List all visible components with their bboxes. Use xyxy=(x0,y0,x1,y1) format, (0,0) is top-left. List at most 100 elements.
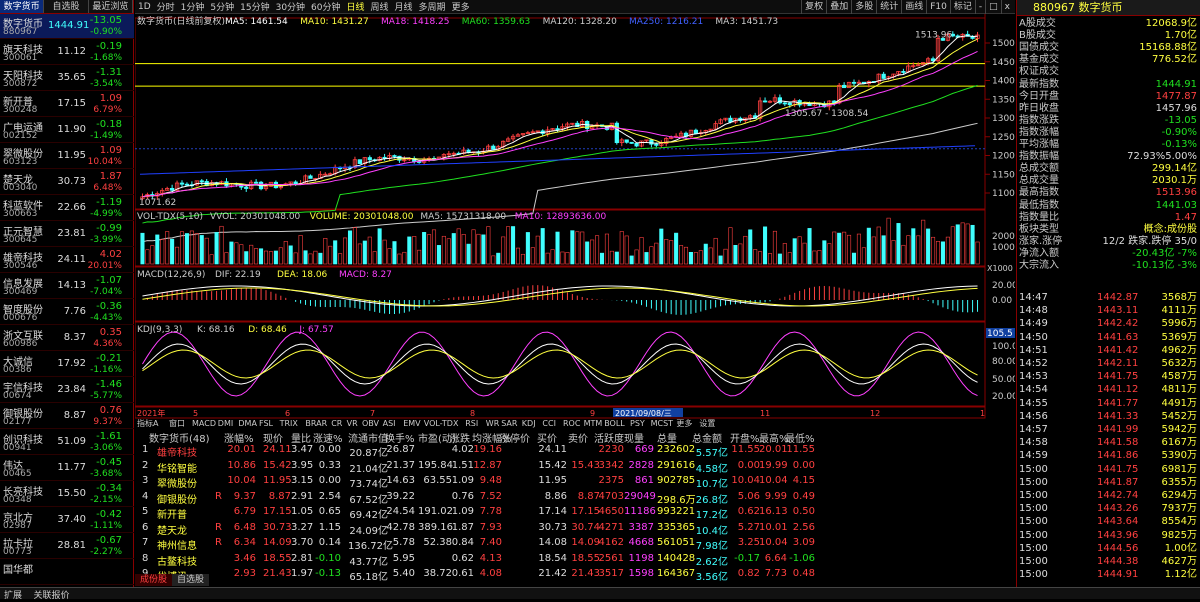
table-header[interactable]: 涨跌 xyxy=(450,430,470,445)
stock-list-item[interactable]: 宇信科技 00674 23.84 -1.46 -5.77% xyxy=(0,378,134,403)
indicator-tab[interactable]: DMI xyxy=(218,419,233,428)
stock-list-item[interactable]: 国华都 xyxy=(0,560,134,585)
toolbar-action-7[interactable]: - xyxy=(974,0,985,14)
table-header[interactable]: 流通市值 xyxy=(348,430,388,445)
period-5[interactable]: 30分钟 xyxy=(273,0,308,13)
indicator-tab[interactable]: EMV xyxy=(403,419,421,428)
tab-digital-currency[interactable]: 数字货币 xyxy=(0,0,45,13)
indicator-tab[interactable]: BOLL xyxy=(604,419,625,428)
indicator-tab[interactable]: ASI xyxy=(383,419,396,428)
indicator-tab[interactable]: DMA xyxy=(238,419,257,428)
row-name[interactable]: 华铭智能 xyxy=(157,460,197,475)
toolbar-action-0[interactable]: 复权 xyxy=(801,0,826,14)
stock-list-item[interactable]: 楚天龙 003040 30.73 1.87 6.48% xyxy=(0,170,134,195)
indicator-tab[interactable]: KDJ xyxy=(522,419,536,428)
toolbar-action-3[interactable]: 统计 xyxy=(876,0,901,14)
stock-list-item[interactable]: 大诚信 00386 17.92 -0.21 -1.16% xyxy=(0,352,134,377)
period-1[interactable]: 分时 xyxy=(154,0,178,13)
indicator-tab[interactable]: MCST xyxy=(651,419,674,428)
period-11[interactable]: 更多 xyxy=(449,0,473,13)
period-7[interactable]: 日线 xyxy=(344,0,368,13)
table-header[interactable]: 换手% xyxy=(385,430,415,445)
indicator-tab[interactable]: VR xyxy=(347,419,358,428)
stock-list-item[interactable]: 科蓝软件 300663 22.66 -1.19 -4.99% xyxy=(0,196,134,221)
stock-list-item[interactable]: 天阳科技 300872 35.65 -1.31 -3.54% xyxy=(0,66,134,91)
row-name[interactable]: 御银股份 xyxy=(157,491,197,506)
period-2[interactable]: 1分钟 xyxy=(178,0,208,13)
indicator-tab[interactable]: 设置 xyxy=(699,418,715,428)
stock-list-item[interactable]: 新开普 300248 17.15 1.09 6.79% xyxy=(0,92,134,117)
indicator-tab[interactable]: WR xyxy=(486,419,500,428)
table-header[interactable]: 现价 xyxy=(263,430,283,445)
indicator-tab[interactable]: CR xyxy=(331,419,343,428)
indicator-tab[interactable]: 窗口 xyxy=(169,418,185,428)
row-name[interactable]: 新开普 xyxy=(157,506,187,521)
indicator-tab[interactable]: ROC xyxy=(563,419,581,428)
indicator-tab[interactable]: RSI xyxy=(465,419,478,428)
indicator-tab[interactable]: OBV xyxy=(362,419,380,428)
toolbar-action-2[interactable]: 多股 xyxy=(851,0,876,14)
expand-button[interactable]: 扩展 xyxy=(0,591,26,601)
table-header[interactable]: 卖价 xyxy=(568,430,588,445)
indicator-tab[interactable]: 更多 xyxy=(676,418,692,428)
row-name[interactable]: 雄帝科技 xyxy=(157,444,197,459)
period-6[interactable]: 60分钟 xyxy=(308,0,343,13)
table-header[interactable]: 活跃度 xyxy=(594,430,624,445)
stock-list-item[interactable]: 京北方 02987 37.40 -0.42 -1.11% xyxy=(0,508,134,533)
indicator-tab[interactable]: MACD xyxy=(192,419,216,428)
row-name[interactable]: 翠微股份 xyxy=(157,475,197,490)
indicator-tab[interactable]: CCI xyxy=(542,419,556,428)
table-header[interactable]: 涨停价 xyxy=(500,430,530,445)
table-header[interactable]: 涨速% xyxy=(313,430,343,445)
indicator-tab[interactable]: PSY xyxy=(630,419,645,428)
toolbar-action-5[interactable]: F10 xyxy=(926,0,950,14)
stock-list-item[interactable]: 广电运通 002152 11.90 -0.18 -1.49% xyxy=(0,118,134,143)
related-quotes-button[interactable]: 关联报价 xyxy=(30,591,74,601)
kline-chart[interactable]: 数字货币(日线前复权) MA5: 1461.54 MA10: 1431.27 MA18… xyxy=(135,14,1015,428)
tab-recent[interactable]: 最近浏览 xyxy=(89,0,133,13)
table-header[interactable]: 现量 xyxy=(624,430,644,445)
stock-list-item[interactable]: 旗天科技 300061 11.12 -0.19 -1.68% xyxy=(0,40,134,65)
table-header[interactable]: 量比 xyxy=(291,430,311,445)
table-header[interactable]: 数字货币(48) xyxy=(149,430,210,445)
stock-list-item[interactable]: 长亮科技 00348 15.50 -0.34 -2.15% xyxy=(0,482,134,507)
stock-list-item[interactable]: 创识科技 00941 51.09 -1.61 -3.06% xyxy=(0,430,134,455)
toolbar-action-8[interactable]: □ xyxy=(985,0,1001,14)
toolbar-action-6[interactable]: 标记 xyxy=(949,0,975,14)
period-3[interactable]: 5分钟 xyxy=(207,0,237,13)
tab-watchlist[interactable]: 自选股 xyxy=(44,0,89,13)
table-header[interactable]: 总量 xyxy=(657,430,677,445)
row-name[interactable]: 古鳌科技 xyxy=(157,553,197,568)
row-name[interactable]: 神州信息 xyxy=(157,537,197,552)
row-name[interactable]: 楚天龙 xyxy=(157,522,187,537)
indicator-tab[interactable]: FSL xyxy=(259,419,274,428)
stock-list-item[interactable]: 智度股份 000676 7.76 -0.36 -4.43% xyxy=(0,300,134,325)
stock-list-item[interactable]: 拉卡拉 00773 28.81 -0.67 -2.27% xyxy=(0,534,134,559)
stock-list-item[interactable]: 雄帝科技 300546 24.11 4.02 20.01% xyxy=(0,248,134,273)
stock-list-item[interactable]: 浙文互联 600986 8.37 0.35 4.36% xyxy=(0,326,134,351)
toolbar-action-1[interactable]: 叠加 xyxy=(826,0,851,14)
stock-list-item[interactable]: 正元智慧 300645 23.81 -0.99 -3.99% xyxy=(0,222,134,247)
period-4[interactable]: 15分钟 xyxy=(237,0,272,13)
period-0[interactable]: 1D xyxy=(135,2,154,12)
indicator-tab[interactable]: TRIX xyxy=(279,419,299,428)
period-8[interactable]: 周线 xyxy=(368,0,392,13)
stock-list-item[interactable]: 信息发展 300469 14.13 -1.07 -7.04% xyxy=(0,274,134,299)
indicator-tab[interactable]: SAR xyxy=(501,419,518,428)
stock-list-item[interactable]: 伟达 00465 11.77 -0.45 -3.68% xyxy=(0,456,134,481)
table-header[interactable]: 涨幅% xyxy=(224,430,254,445)
sheet-tab[interactable]: 自选股 xyxy=(172,574,210,586)
indicator-tab[interactable]: MTM xyxy=(584,419,603,428)
stock-list-item[interactable]: 数字货币 880967 1444.91 -13.05 -0.90% xyxy=(0,14,134,39)
table-header[interactable]: 开盘% xyxy=(730,430,760,445)
table-header[interactable]: 总金额 xyxy=(692,430,722,445)
toolbar-action-4[interactable]: 画线 xyxy=(901,0,926,14)
indicator-tab[interactable]: VOL-TDX xyxy=(424,419,459,428)
table-header[interactable]: 最低% xyxy=(785,430,815,445)
indicator-tab[interactable]: 指标A xyxy=(137,418,159,428)
sheet-tab[interactable]: 成份股 xyxy=(135,574,173,586)
stock-list-item[interactable]: 御银股份 02177 8.87 0.76 9.37% xyxy=(0,404,134,429)
indicator-tab[interactable]: BRAR xyxy=(305,419,327,428)
stock-list-item[interactable]: 翠微股份 603123 11.95 1.09 10.04% xyxy=(0,144,134,169)
period-10[interactable]: 多周期 xyxy=(416,0,449,13)
